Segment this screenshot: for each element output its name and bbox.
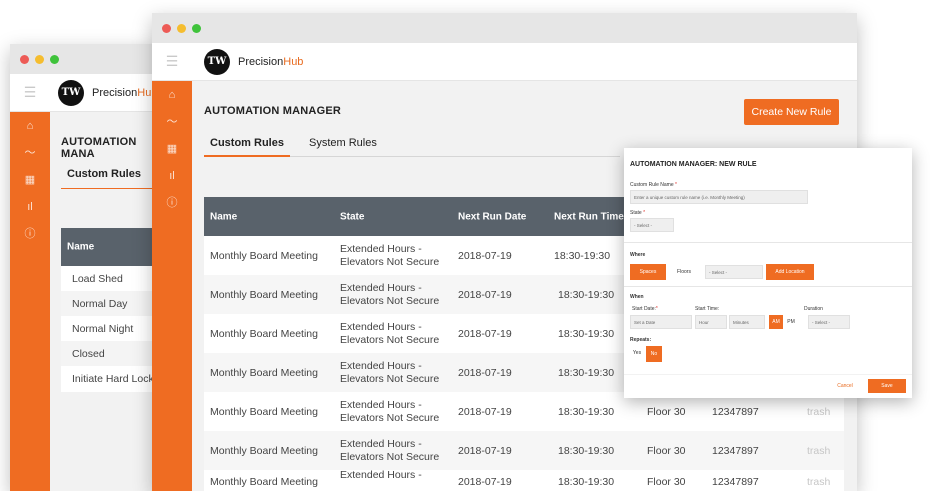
repeats-label: Repeats:: [630, 337, 652, 343]
start-date-input[interactable]: Set a Date: [630, 315, 692, 329]
tab-underline: [61, 188, 160, 189]
start-time-label: Start Time:: [695, 306, 720, 312]
close-dot[interactable]: [162, 23, 171, 33]
sidebar: ⌂ 〜 ▦ ıl ⓘ: [10, 112, 50, 491]
tab-custom-rules[interactable]: Custom Rules: [67, 168, 141, 180]
list-item[interactable]: Normal Night: [61, 316, 160, 341]
tab-underline-active: [204, 155, 290, 157]
where-label: Where: [630, 252, 646, 258]
bar-chart-icon[interactable]: ıl: [27, 201, 33, 213]
am-button[interactable]: AM: [769, 315, 783, 329]
info-icon[interactable]: ⓘ: [167, 197, 178, 209]
hour-input[interactable]: Hour: [695, 315, 727, 329]
column-state: State: [340, 211, 365, 222]
maximize-dot[interactable]: [50, 54, 59, 64]
state-select[interactable]: - Select -: [630, 218, 674, 232]
cancel-button[interactable]: Cancel: [830, 380, 860, 392]
logo: TW: [204, 48, 230, 75]
list-item[interactable]: Closed: [61, 341, 160, 366]
list-item[interactable]: Normal Day: [61, 291, 160, 316]
top-bar: ☰ TW PrecisionHub: [10, 74, 160, 112]
new-rule-modal: AUTOMATION MANAGER: NEW RULE Custom Rule…: [624, 148, 912, 398]
menu-icon[interactable]: ☰: [10, 74, 50, 112]
repeats-yes-button[interactable]: Yes: [630, 346, 644, 360]
column-next-run-date: Next Run Date: [458, 211, 527, 222]
table-header: Name: [61, 228, 160, 266]
brand-name: PrecisionHub: [92, 86, 158, 99]
floors-button[interactable]: Floors: [668, 264, 700, 280]
sidebar: ⌂ 〜 ▦ ıl ⓘ: [152, 81, 192, 491]
add-location-button[interactable]: Add Location: [766, 264, 814, 280]
bar-chart-icon[interactable]: ıl: [169, 170, 175, 182]
main-area: AUTOMATION MANA Custom Rules Name Load S…: [50, 112, 160, 491]
trash-link[interactable]: trash: [807, 445, 830, 457]
activity-icon[interactable]: 〜: [25, 147, 36, 159]
table-row[interactable]: Monthly Board Meeting Extended Hours - El…: [204, 431, 844, 470]
window-chrome: [10, 44, 160, 74]
tab-underline: [290, 156, 620, 157]
modal-title: AUTOMATION MANAGER: NEW RULE: [630, 161, 757, 168]
divider: [624, 286, 912, 287]
divider: [624, 242, 912, 243]
state-label: State *: [630, 210, 646, 216]
minimize-dot[interactable]: [177, 23, 186, 33]
info-icon[interactable]: ⓘ: [25, 228, 36, 240]
column-name: Name: [210, 211, 238, 222]
maximize-dot[interactable]: [192, 23, 201, 33]
trash-link[interactable]: trash: [807, 406, 830, 418]
duration-label: Duration: [804, 306, 823, 312]
start-date-label: Start Date:*: [632, 306, 658, 312]
rule-list: Load Shed Normal Day Normal Night Closed…: [61, 266, 160, 392]
logo: TW: [58, 79, 84, 106]
column-name: Name: [67, 241, 95, 253]
brand-name: PrecisionHub: [238, 55, 304, 68]
rule-name-label: Custom Rule Name *: [630, 182, 677, 188]
window-chrome: [152, 13, 857, 43]
create-rule-button[interactable]: Create New Rule: [744, 99, 839, 125]
menu-icon[interactable]: ☰: [152, 43, 192, 81]
column-next-run-time: Next Run Time: [554, 211, 624, 222]
list-item[interactable]: Load Shed: [61, 266, 160, 291]
minutes-input[interactable]: Minutes: [729, 315, 765, 329]
back-window: ☰ TW PrecisionHub ⌂ 〜 ▦ ıl ⓘ AUTOMATION …: [10, 44, 160, 491]
tab-custom-rules[interactable]: Custom Rules: [210, 137, 284, 149]
close-dot[interactable]: [20, 54, 29, 64]
save-button[interactable]: Save: [868, 379, 906, 393]
list-item[interactable]: Initiate Hard Lock: [61, 366, 160, 392]
tab-system-rules[interactable]: System Rules: [309, 137, 377, 149]
rule-name-input[interactable]: Enter a unique custom rule name (i.e. Mo…: [630, 190, 808, 204]
top-bar: ☰ TW PrecisionHub: [152, 43, 857, 81]
page-title: AUTOMATION MANAGER: [204, 105, 342, 117]
grid-icon[interactable]: ▦: [167, 143, 177, 155]
pm-button[interactable]: PM: [784, 315, 798, 329]
repeats-no-button[interactable]: No: [646, 346, 662, 362]
where-select[interactable]: - Select -: [705, 265, 763, 279]
trash-link[interactable]: trash: [807, 476, 830, 488]
when-label: When: [630, 294, 644, 300]
activity-icon[interactable]: 〜: [167, 116, 178, 128]
grid-icon[interactable]: ▦: [25, 174, 35, 186]
table-row[interactable]: Monthly Board Meeting Extended Hours - 2…: [204, 469, 844, 491]
page-title: AUTOMATION MANA: [61, 136, 137, 160]
spaces-button[interactable]: Spaces: [630, 264, 666, 280]
minimize-dot[interactable]: [35, 54, 44, 64]
home-icon[interactable]: ⌂: [27, 120, 34, 132]
divider: [624, 374, 912, 375]
home-icon[interactable]: ⌂: [169, 89, 176, 101]
duration-select[interactable]: - Select -: [808, 315, 850, 329]
